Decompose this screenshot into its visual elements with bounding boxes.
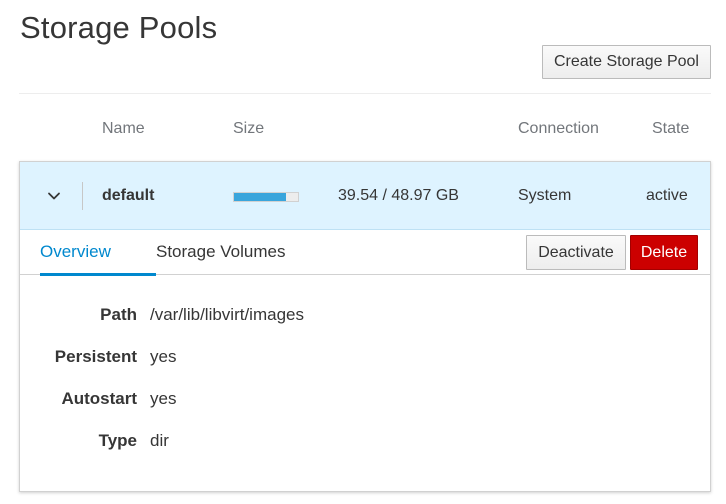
- usage-progress-fill: [234, 193, 286, 201]
- column-header-state: State: [652, 120, 690, 137]
- deactivate-button[interactable]: Deactivate: [526, 235, 626, 270]
- storage-pools-page: Storage Pools Create Storage Pool Name S…: [0, 0, 726, 504]
- chevron-down-icon[interactable]: [44, 186, 64, 206]
- detail-row-persistent: Persistent yes: [20, 347, 710, 371]
- detail-value-persistent: yes: [150, 347, 177, 366]
- delete-button[interactable]: Delete: [630, 235, 698, 270]
- header-divider: [19, 93, 711, 94]
- tab-storage-volumes-label: Storage Volumes: [156, 242, 286, 261]
- detail-row-path: Path /var/lib/libvirt/images: [20, 305, 710, 329]
- column-header-name: Name: [102, 120, 145, 137]
- active-tab-indicator: [40, 273, 156, 276]
- pool-name: default: [102, 187, 155, 204]
- column-header-size: Size: [233, 120, 265, 137]
- detail-value-autostart: yes: [150, 389, 177, 408]
- detail-row-autostart: Autostart yes: [20, 389, 710, 413]
- pool-size: 39.54 / 48.97 GB: [338, 187, 459, 204]
- storage-pool-row[interactable]: default 39.54 / 48.97 GB System active: [20, 162, 710, 230]
- detail-label-type: Type: [98, 431, 137, 450]
- detail-value-type: dir: [150, 431, 169, 450]
- tab-storage-volumes[interactable]: Storage Volumes: [156, 230, 285, 275]
- detail-label-path: Path: [100, 305, 137, 324]
- storage-pool-card: default 39.54 / 48.97 GB System active O…: [19, 161, 711, 492]
- column-header-connection: Connection: [518, 120, 599, 137]
- pool-tabs: Overview Storage Volumes Deactivate Dele…: [20, 230, 710, 276]
- pool-state: active: [646, 187, 688, 204]
- detail-row-type: Type dir: [20, 431, 710, 455]
- row-divider: [82, 182, 83, 210]
- create-storage-pool-button[interactable]: Create Storage Pool: [542, 45, 711, 79]
- page-title: Storage Pools: [20, 10, 218, 45]
- tab-overview-label: Overview: [40, 242, 111, 261]
- tab-overview[interactable]: Overview: [40, 230, 156, 276]
- detail-label-autostart: Autostart: [61, 389, 137, 408]
- detail-value-path: /var/lib/libvirt/images: [150, 305, 304, 324]
- detail-label-persistent: Persistent: [54, 347, 137, 366]
- usage-progress-bar: [233, 192, 299, 202]
- pool-connection: System: [518, 187, 572, 204]
